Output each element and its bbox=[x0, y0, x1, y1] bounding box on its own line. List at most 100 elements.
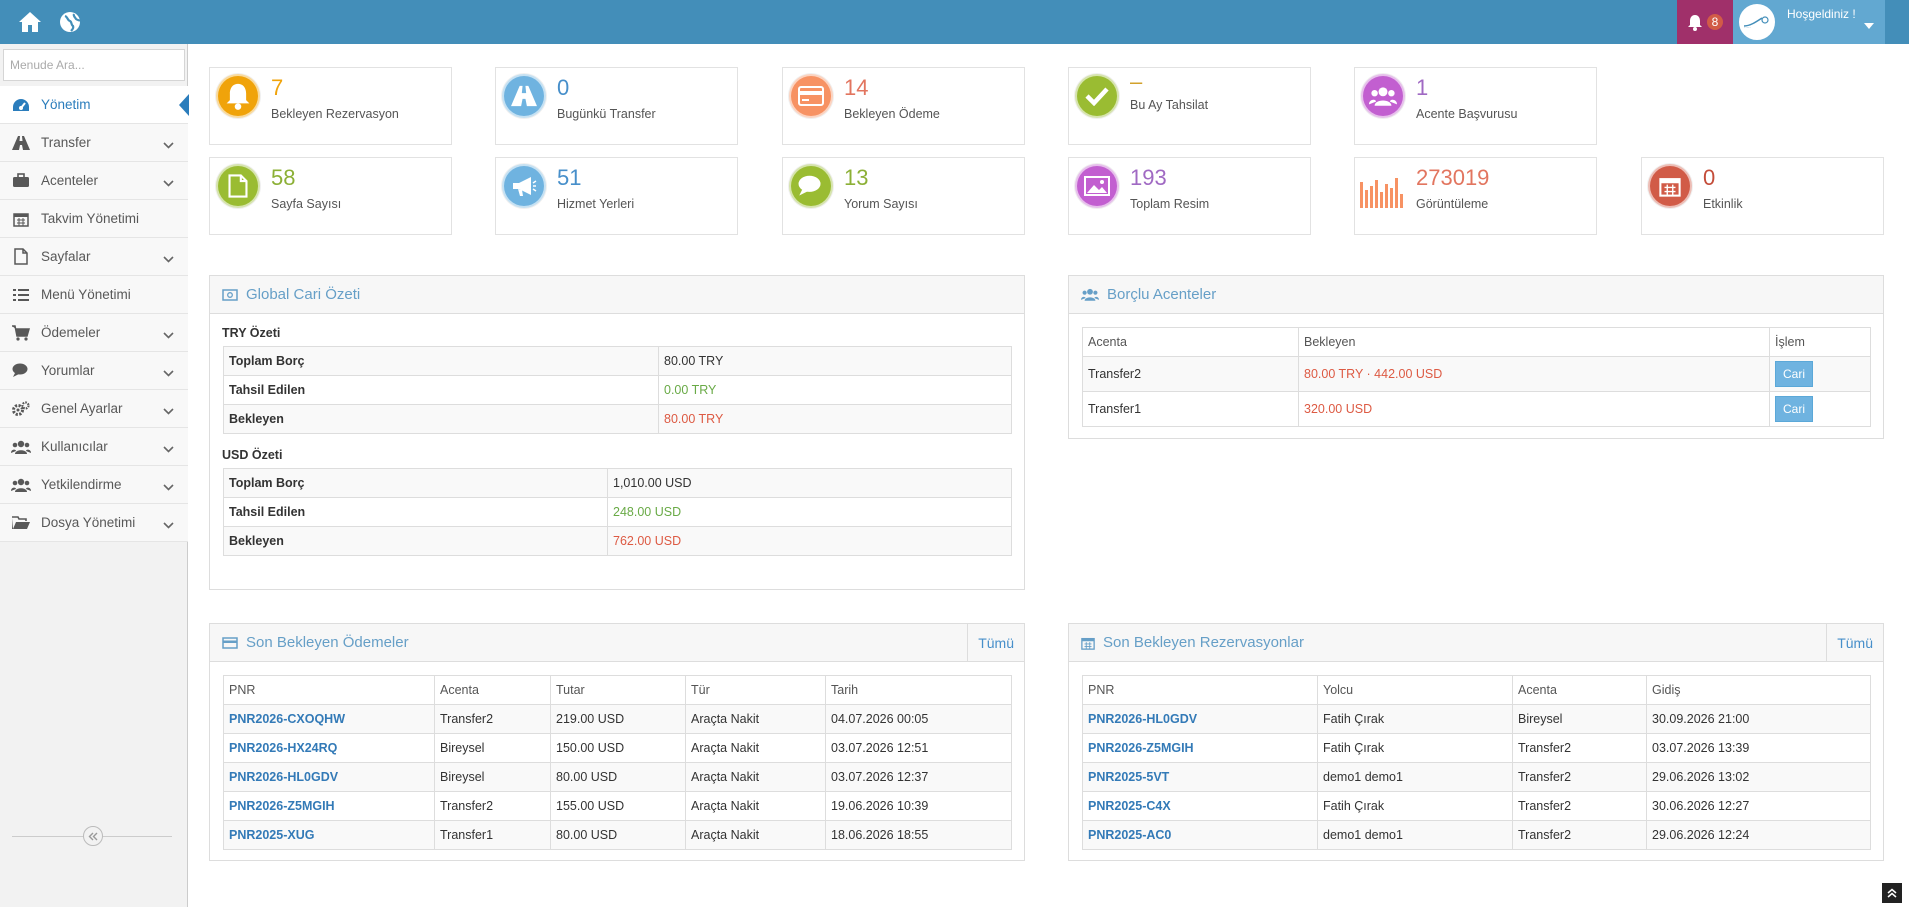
table-cell: 30.09.2026 21:00 bbox=[1646, 704, 1871, 734]
sidebar-item-label: Transfer bbox=[41, 135, 91, 150]
table-cell: 19.06.2026 10:39 bbox=[825, 791, 1012, 821]
table-cell: 219.00 USD bbox=[550, 704, 686, 734]
sidebar-item-acenteler[interactable]: Acenteler bbox=[0, 162, 188, 200]
sidebar-item-dosya-yonetimi[interactable]: Dosya Yönetimi bbox=[0, 504, 188, 542]
stat-bugunku-transfer[interactable]: 0 Bugünkü Transfer bbox=[495, 67, 738, 145]
sidebar-item-yonetim[interactable]: Yönetim bbox=[0, 86, 189, 124]
sidebar-item-takvim[interactable]: Takvim Yönetimi bbox=[0, 200, 188, 238]
stat-goruntuleme[interactable]: 273019 Görüntüleme bbox=[1354, 157, 1597, 235]
table-cell: Transfer2 bbox=[1512, 762, 1647, 792]
table-row: PNR2026-CXOQHW Transfer2 219.00 USD Araçta … bbox=[223, 704, 1012, 734]
sidebar-item-sayfalar[interactable]: Sayfalar bbox=[0, 238, 188, 276]
row-value: 1,010.00 USD bbox=[607, 468, 1012, 498]
table-cell: Bireysel bbox=[1512, 704, 1647, 734]
table-cell: 18.06.2026 18:55 bbox=[825, 820, 1012, 850]
stat-bekleyen-rezervasyon[interactable]: 7 Bekleyen Rezervasyon bbox=[209, 67, 452, 145]
sidebar-item-label: Ödemeler bbox=[41, 325, 101, 340]
row-value: 248.00 USD bbox=[607, 497, 1012, 527]
sidebar-item-label: Dosya Yönetimi bbox=[41, 515, 136, 530]
pnr-link[interactable]: PNR2026-HL0GDV bbox=[223, 762, 435, 792]
stat-sayfa-sayisi[interactable]: 58 Sayfa Sayısı bbox=[209, 157, 452, 235]
pnr-link[interactable]: PNR2026-HL0GDV bbox=[1082, 704, 1318, 734]
widget-header: Global Cari Özeti bbox=[210, 276, 1024, 314]
collapse-sidebar-button[interactable] bbox=[83, 826, 103, 846]
cari-button[interactable]: Cari bbox=[1775, 396, 1814, 422]
son-bekleyen-odemeler-widget: Son Bekleyen Ödemeler Tümü PNR Acenta Tu… bbox=[209, 623, 1025, 861]
stat-acente-basvurusu[interactable]: 1 Acente Başvurusu bbox=[1354, 67, 1597, 145]
table-cell: Araçta Nakit bbox=[685, 820, 826, 850]
sidebar-item-transfer[interactable]: Transfer bbox=[0, 124, 188, 162]
widget-title: Global Cari Özeti bbox=[246, 286, 361, 303]
stat-etkinlik[interactable]: 0 Etkinlik bbox=[1641, 157, 1884, 235]
table-row: PNR2025-XUG Transfer1 80.00 USD Araçta Naki… bbox=[223, 820, 1012, 850]
briefcase-icon bbox=[11, 173, 31, 188]
cogs-icon bbox=[11, 400, 31, 417]
payments-table: PNR Acenta Tutar Tür Tarih PNR2026-CXOQH… bbox=[223, 675, 1012, 850]
globe-icon[interactable] bbox=[57, 9, 83, 35]
table-cell: 80.00 USD bbox=[550, 820, 686, 850]
table-row: Tahsil Edilen 248.00 USD bbox=[223, 497, 1012, 527]
pnr-link[interactable]: PNR2025-5VT bbox=[1082, 762, 1318, 792]
home-icon[interactable] bbox=[17, 9, 43, 35]
sidebar-item-yorumlar[interactable]: Yorumlar bbox=[0, 352, 188, 390]
table-row: Bekleyen 762.00 USD bbox=[223, 526, 1012, 556]
calendar-icon bbox=[1081, 636, 1095, 650]
table-cell: 80.00 USD bbox=[550, 762, 686, 792]
sidebar-item-label: Yetkilendirme bbox=[41, 477, 122, 492]
table-cell: Transfer2 bbox=[1512, 791, 1647, 821]
bar-chart-icon bbox=[1360, 176, 1406, 211]
pnr-link[interactable]: PNR2026-HX24RQ bbox=[223, 733, 435, 763]
sidebar-item-kullanicilar[interactable]: Kullanıcılar bbox=[0, 428, 188, 466]
row-label: Tahsil Edilen bbox=[223, 375, 659, 405]
column-header: Bekleyen bbox=[1298, 327, 1770, 357]
stat-value: 58 bbox=[271, 165, 296, 190]
sidebar-item-genel-ayarlar[interactable]: Genel Ayarlar bbox=[0, 390, 188, 428]
stat-hizmet-yerleri[interactable]: 51 Hizmet Yerleri bbox=[495, 157, 738, 235]
chevron-down-icon bbox=[163, 403, 174, 418]
table-cell: 155.00 USD bbox=[550, 791, 686, 821]
global-cari-widget: Global Cari Özeti TRY Özeti Toplam Borç 8… bbox=[209, 275, 1025, 590]
pnr-link[interactable]: PNR2026-CXOQHW bbox=[223, 704, 435, 734]
notifications-button[interactable]: 8 bbox=[1677, 0, 1733, 44]
view-all-payments-link[interactable]: Tümü bbox=[967, 624, 1024, 662]
sidebar-item-menu-yonetimi[interactable]: Menü Yönetimi bbox=[0, 276, 188, 314]
stat-toplam-resim[interactable]: 193 Toplam Resim bbox=[1068, 157, 1311, 235]
stat-label: Hizmet Yerleri bbox=[557, 197, 635, 211]
sidebar-item-yetkilendirme[interactable]: Yetkilendirme bbox=[0, 466, 188, 504]
chevron-down-icon bbox=[163, 327, 174, 342]
sidebar-item-odemeler[interactable]: Ödemeler bbox=[0, 314, 188, 352]
pnr-link[interactable]: PNR2026-Z5MGIH bbox=[223, 791, 435, 821]
row-value: 80.00 TRY bbox=[658, 346, 1012, 376]
pnr-link[interactable]: PNR2025-C4X bbox=[1082, 791, 1318, 821]
table-row: PNR2026-HL0GDV Fatih Çırak Bireysel 30.09.2… bbox=[1082, 704, 1871, 734]
chevron-down-icon bbox=[163, 517, 174, 532]
pnr-link[interactable]: PNR2025-XUG bbox=[223, 820, 435, 850]
table-row: Bekleyen 80.00 TRY bbox=[223, 404, 1012, 434]
stat-bu-ay-tahsilat[interactable]: – Bu Ay Tahsilat bbox=[1068, 67, 1311, 145]
dashboard-icon bbox=[11, 98, 31, 112]
view-all-reservations-link[interactable]: Tümü bbox=[1826, 624, 1883, 662]
pnr-link[interactable]: PNR2025-AC0 bbox=[1082, 820, 1318, 850]
menu-search-input[interactable] bbox=[3, 49, 185, 81]
table-cell: demo1 demo1 bbox=[1317, 820, 1513, 850]
table-cell: 29.06.2026 12:24 bbox=[1646, 820, 1871, 850]
acenta-cell: Transfer2 bbox=[1082, 356, 1299, 392]
column-header: Tarih bbox=[825, 675, 1012, 705]
table-row: PNR2025-AC0 demo1 demo1 Transfer2 29.06.202… bbox=[1082, 820, 1871, 850]
stat-yorum-sayisi[interactable]: 13 Yorum Sayısı bbox=[782, 157, 1025, 235]
widget-header: Son Bekleyen Ödemeler Tümü bbox=[210, 624, 1024, 662]
row-label: Toplam Borç bbox=[223, 468, 608, 498]
stat-value: 0 bbox=[1703, 165, 1716, 190]
user-menu[interactable]: ····· Hoşgeldiniz ! bbox=[1733, 0, 1885, 44]
pnr-link[interactable]: PNR2026-Z5MGIH bbox=[1082, 733, 1318, 763]
cari-button[interactable]: Cari bbox=[1775, 361, 1814, 387]
table-cell: Bireysel bbox=[434, 733, 551, 763]
bullhorn-icon bbox=[502, 164, 546, 208]
stat-bekleyen-odeme[interactable]: 14 Bekleyen Ödeme bbox=[782, 67, 1025, 145]
sidebar-item-label: Menü Yönetimi bbox=[41, 287, 131, 302]
credit-card-icon bbox=[222, 636, 238, 649]
table-header-row: PNR Yolcu Acenta Gidiş bbox=[1082, 675, 1871, 705]
row-label: Bekleyen bbox=[223, 526, 608, 556]
table-row: PNR2025-C4X Fatih Çırak Transfer2 30.06.202… bbox=[1082, 791, 1871, 821]
scroll-up-button[interactable] bbox=[1882, 883, 1902, 903]
